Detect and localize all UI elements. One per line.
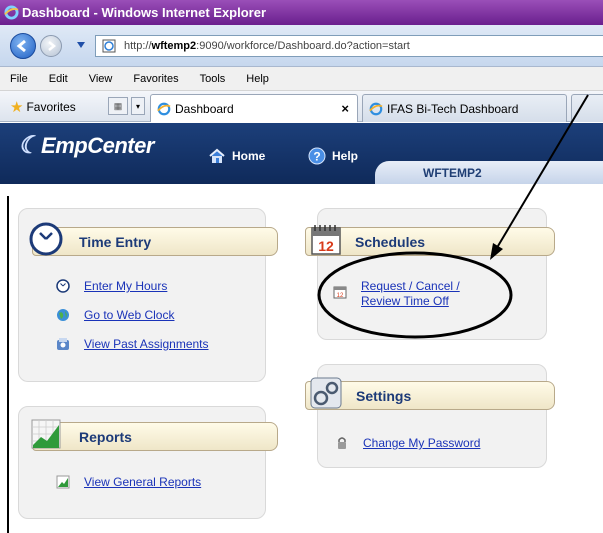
tab-ifas-bitech[interactable]: IFAS Bi-Tech Dashboard xyxy=(362,94,567,122)
window-title: Dashboard - Windows Internet Explorer xyxy=(22,5,267,20)
svg-text:?: ? xyxy=(313,150,320,164)
menu-tools[interactable]: Tools xyxy=(200,73,226,85)
clock-icon xyxy=(29,222,63,256)
favorites-button[interactable]: ★ Favorites xyxy=(10,98,76,116)
ie-logo-icon xyxy=(4,5,19,20)
svg-text:12: 12 xyxy=(318,238,334,254)
small-calendar-icon: 12 xyxy=(333,286,347,299)
lock-icon xyxy=(338,437,346,449)
menu-file[interactable]: File xyxy=(10,73,28,85)
address-bar[interactable]: http://wftemp2:9090/workforce/Dashboard.… xyxy=(95,35,603,57)
ie-logo-icon xyxy=(157,102,171,115)
tab-dashboard-label: Dashboard xyxy=(175,101,234,116)
home-link[interactable]: Home xyxy=(208,147,265,165)
arrow-right-icon xyxy=(48,41,57,51)
general-reports-link[interactable]: View General Reports xyxy=(84,475,201,489)
quick-tabs-icon[interactable]: ▦ xyxy=(108,97,128,115)
settings-gear-icon xyxy=(310,377,342,409)
time-entry-title: Time Entry xyxy=(79,233,152,250)
globe-icon xyxy=(57,309,69,321)
time-off-item[interactable]: 12 Request / Cancel / Review Time Off xyxy=(333,279,460,309)
enter-my-hours-link[interactable]: Enter My Hours xyxy=(84,279,167,293)
past-assignments-link[interactable]: View Past Assignments xyxy=(84,337,209,351)
time-entry-header: Time Entry xyxy=(32,227,278,256)
enter-my-hours-item[interactable]: Enter My Hours xyxy=(56,279,167,293)
web-clock-link[interactable]: Go to Web Clock xyxy=(84,308,174,322)
url-rest: :9090/workforce/Dashboard.do?action=star… xyxy=(196,40,410,52)
time-off-text: Request / Cancel / Review Time Off xyxy=(361,279,460,309)
star-icon: ★ xyxy=(10,99,24,116)
reports-title: Reports xyxy=(79,428,132,445)
back-button[interactable] xyxy=(10,33,36,59)
app-header: ☾ EmpCenter Home ? Help WFTEMP2 xyxy=(0,123,603,184)
tab-dashboard[interactable]: Dashboard × xyxy=(150,94,358,122)
url-host: wftemp2 xyxy=(151,40,197,52)
ie-logo-icon xyxy=(369,102,383,115)
time-off-link-line2[interactable]: Review Time Off xyxy=(361,294,460,309)
general-reports-item[interactable]: View General Reports xyxy=(56,475,201,489)
logo-text: EmpCenter xyxy=(41,132,154,158)
tab-new[interactable] xyxy=(571,94,603,122)
change-password-item[interactable]: Change My Password xyxy=(335,436,480,450)
url-prefix: http:// xyxy=(124,40,152,52)
past-assignments-item[interactable]: View Past Assignments xyxy=(56,337,209,351)
settings-panel xyxy=(317,364,547,468)
help-label: Help xyxy=(332,149,359,163)
chart-icon xyxy=(31,419,61,449)
left-divider-line xyxy=(7,196,9,533)
calendar-icon: 12 xyxy=(311,225,341,255)
home-icon xyxy=(209,148,225,163)
help-link[interactable]: ? Help xyxy=(308,147,358,165)
small-clock-icon xyxy=(56,279,70,293)
logo-swoosh-icon: ☾ xyxy=(18,132,40,159)
reports-header: Reports xyxy=(32,422,278,451)
window-title-bar: Dashboard - Windows Internet Explorer xyxy=(0,0,603,25)
home-label: Home xyxy=(232,149,266,163)
menu-favorites[interactable]: Favorites xyxy=(133,73,178,85)
settings-title: Settings xyxy=(356,387,412,404)
menu-bar: File Edit View Favorites Tools Help xyxy=(0,67,603,91)
address-row: http://wftemp2:9090/workforce/Dashboard.… xyxy=(0,25,603,67)
arrow-left-icon xyxy=(16,39,26,53)
menu-help[interactable]: Help xyxy=(246,73,269,85)
tab-list-dropdown-icon[interactable]: ▾ xyxy=(131,97,145,115)
web-clock-item[interactable]: Go to Web Clock xyxy=(56,308,174,322)
menu-view[interactable]: View xyxy=(89,73,113,85)
forward-button[interactable] xyxy=(40,35,62,57)
empcenter-logo: ☾ EmpCenter xyxy=(18,131,154,160)
server-name-tab: WFTEMP2 xyxy=(375,161,603,184)
assignments-icon xyxy=(57,338,69,350)
page-icon xyxy=(102,39,116,53)
change-password-link[interactable]: Change My Password xyxy=(363,436,480,450)
favorites-label: Favorites xyxy=(26,100,76,114)
help-icon: ? xyxy=(308,147,326,165)
svg-text:12: 12 xyxy=(337,293,344,299)
tab-ifas-label: IFAS Bi-Tech Dashboard xyxy=(387,101,519,116)
menu-edit[interactable]: Edit xyxy=(49,73,68,85)
server-name: WFTEMP2 xyxy=(423,165,482,180)
favorites-bar: ★ Favorites ▦ ▾ Dashboard × IFAS Bi-Tech… xyxy=(0,91,603,122)
schedules-title: Schedules xyxy=(355,233,426,250)
small-chart-icon xyxy=(56,475,70,489)
dashboard-content: Time Entry Enter My Hours Go to Web Cloc… xyxy=(0,184,603,533)
history-dropdown-icon[interactable] xyxy=(77,42,85,48)
time-off-link-line1[interactable]: Request / Cancel / xyxy=(361,279,460,294)
browser-window: Dashboard - Windows Internet Explorer ht… xyxy=(0,0,603,533)
close-tab-icon[interactable]: × xyxy=(341,101,349,116)
